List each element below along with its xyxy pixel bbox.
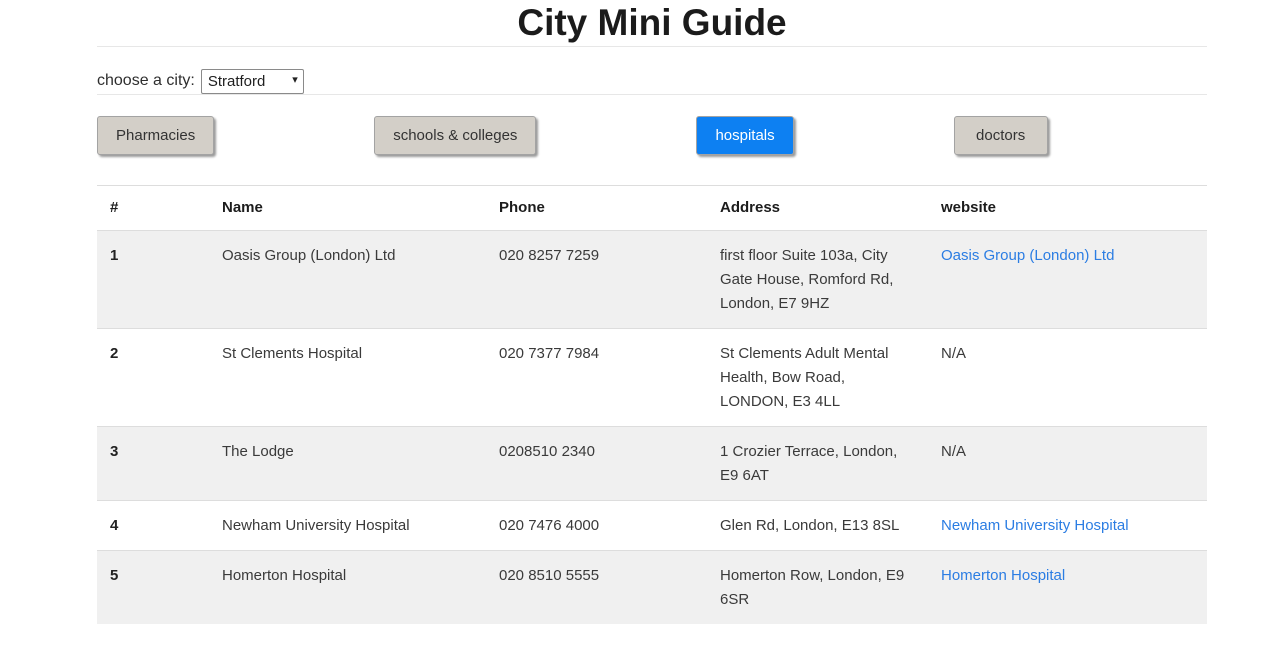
hospital-website-cell: N/A	[941, 329, 1207, 427]
website-na: N/A	[941, 443, 966, 460]
hospital-phone: 020 7476 4000	[499, 501, 720, 551]
address-line: E9 6AT	[720, 464, 931, 488]
page-container: City Mini Guide choose a city: Stratford…	[97, 0, 1207, 624]
address-line: Homerton Row, London, E9	[720, 564, 931, 588]
address-line: Gate House, Romford Rd,	[720, 268, 931, 292]
address-line: LONDON, E3 4LL	[720, 390, 931, 414]
address-line: 1 Crozier Terrace, London,	[720, 440, 931, 464]
hospital-phone: 020 8510 5555	[499, 551, 720, 625]
hospital-name: St Clements Hospital	[222, 329, 499, 427]
website-link[interactable]: Newham University Hospital	[941, 517, 1129, 534]
hospital-name: Homerton Hospital	[222, 551, 499, 625]
city-select[interactable]: Stratford	[201, 69, 304, 94]
row-number: 2	[97, 329, 222, 427]
website-na: N/A	[941, 345, 966, 362]
hospital-website-cell: Newham University Hospital	[941, 501, 1207, 551]
row-number: 4	[97, 501, 222, 551]
hospital-website-cell: Oasis Group (London) Ltd	[941, 231, 1207, 329]
header-phone: Phone	[499, 186, 720, 231]
hospital-address: first floor Suite 103a, City Gate House,…	[720, 231, 941, 329]
results-table-wrapper: # Name Phone Address website 1 Oasis Gro…	[97, 185, 1207, 624]
hospital-name: Newham University Hospital	[222, 501, 499, 551]
hospital-phone: 020 8257 7259	[499, 231, 720, 329]
header-name: Name	[222, 186, 499, 231]
page-title: City Mini Guide	[97, 0, 1207, 46]
address-line: London, E7 9HZ	[720, 292, 931, 316]
hospital-phone: 020 7377 7984	[499, 329, 720, 427]
city-select-wrapper: Stratford ▾	[201, 69, 304, 94]
tab-hospitals[interactable]: hospitals	[696, 116, 793, 155]
tab-schools-colleges[interactable]: schools & colleges	[374, 116, 536, 155]
address-line: Health, Bow Road,	[720, 366, 931, 390]
hospital-website-cell: Homerton Hospital	[941, 551, 1207, 625]
hospital-address: St Clements Adult Mental Health, Bow Roa…	[720, 329, 941, 427]
category-tabs: Pharmacies schools & colleges hospitals …	[97, 116, 1207, 155]
table-row: 2 St Clements Hospital 020 7377 7984 St …	[97, 329, 1207, 427]
table-header-row: # Name Phone Address website	[97, 186, 1207, 231]
table-row: 4 Newham University Hospital 020 7476 40…	[97, 501, 1207, 551]
hospital-name: The Lodge	[222, 427, 499, 501]
hospital-name: Oasis Group (London) Ltd	[222, 231, 499, 329]
divider	[97, 46, 1207, 47]
hospitals-table: # Name Phone Address website 1 Oasis Gro…	[97, 185, 1207, 624]
website-link[interactable]: Oasis Group (London) Ltd	[941, 247, 1114, 264]
header-website: website	[941, 186, 1207, 231]
tab-pharmacies[interactable]: Pharmacies	[97, 116, 214, 155]
row-number: 1	[97, 231, 222, 329]
header-num: #	[97, 186, 222, 231]
table-row: 3 The Lodge 0208510 2340 1 Crozier Terra…	[97, 427, 1207, 501]
header-address: Address	[720, 186, 941, 231]
hospital-website-cell: N/A	[941, 427, 1207, 501]
address-line: Glen Rd, London, E13 8SL	[720, 514, 931, 538]
hospital-phone: 0208510 2340	[499, 427, 720, 501]
hospital-address: 1 Crozier Terrace, London, E9 6AT	[720, 427, 941, 501]
hospital-address: Homerton Row, London, E9 6SR	[720, 551, 941, 625]
address-line: St Clements Adult Mental	[720, 342, 931, 366]
table-row: 5 Homerton Hospital 020 8510 5555 Homert…	[97, 551, 1207, 625]
address-line: 6SR	[720, 588, 931, 612]
divider	[97, 94, 1207, 95]
website-link[interactable]: Homerton Hospital	[941, 567, 1065, 584]
address-line: first floor Suite 103a, City	[720, 244, 931, 268]
table-row: 1 Oasis Group (London) Ltd 020 8257 7259…	[97, 231, 1207, 329]
row-number: 5	[97, 551, 222, 625]
city-chooser: choose a city: Stratford ▾	[97, 68, 1207, 94]
tab-doctors[interactable]: doctors	[954, 116, 1048, 155]
row-number: 3	[97, 427, 222, 501]
hospital-address: Glen Rd, London, E13 8SL	[720, 501, 941, 551]
city-select-label: choose a city:	[97, 72, 195, 90]
